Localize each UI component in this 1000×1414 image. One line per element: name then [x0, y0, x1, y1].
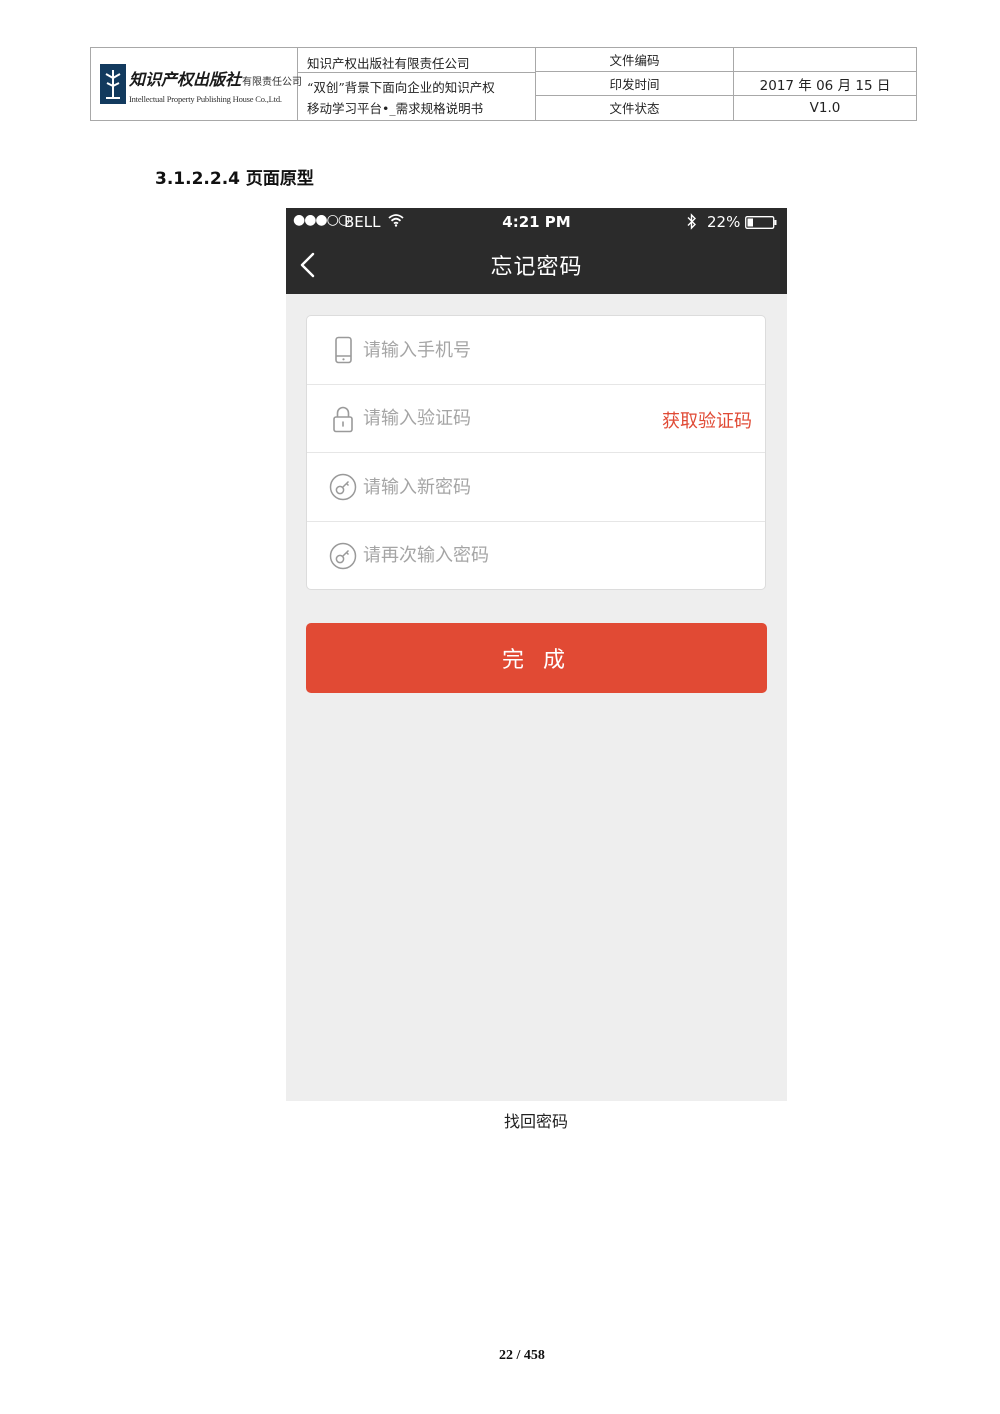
meta-values: 2017 年 06 月 15 日 V1.0 [734, 48, 916, 120]
figure-caption: 找回密码 [503, 1112, 568, 1131]
page-number: 22 / 458 [499, 1348, 545, 1363]
verification-code-input[interactable] [363, 402, 633, 435]
verification-code-row: 获取验证码 [307, 385, 765, 453]
battery-icon [745, 216, 777, 229]
logo-wordmark: 知识产权出版社有限责任公司 [129, 70, 303, 89]
complete-button[interactable]: 完 成 [306, 623, 767, 693]
navigation-bar: 忘记密码 [286, 236, 787, 294]
document-title-line-2: 移动学习平台•_需求规格说明书 [307, 101, 484, 116]
confirm-password-input[interactable] [363, 539, 633, 572]
publisher-emblem-icon [100, 64, 126, 104]
reset-password-form: 获取验证码 [306, 315, 766, 590]
document-header: 知识产权出版社有限责任公司 Intellectual Property Publ… [90, 47, 917, 121]
mobile-phone-icon [335, 336, 352, 364]
battery-percentage: 22% [707, 213, 741, 231]
new-password-input[interactable] [363, 471, 633, 503]
document-title-cell: 知识产权出版社有限责任公司 “双创”背景下面向企业的知识产权 移动学习平台•_需… [298, 48, 536, 120]
meta-label-date: 印发时间 [536, 72, 733, 96]
meta-label-code: 文件编码 [536, 48, 733, 72]
document-title-line-1: “双创”背景下面向企业的知识产权 [307, 80, 495, 95]
meta-value-code [734, 48, 916, 72]
company-name: 知识产权出版社有限责任公司 [298, 48, 535, 73]
padlock-icon [333, 406, 353, 432]
new-password-row [307, 453, 765, 522]
confirm-password-row [307, 522, 765, 590]
status-bar: ●●●○○ BELL 4:21 PM 22% [286, 208, 787, 236]
logo-suffix: 有限责任公司 [242, 77, 303, 88]
get-code-button[interactable]: 获取验证码 [662, 407, 752, 433]
logo-english-name: Intellectual Property Publishing House C… [129, 94, 282, 104]
document-title: “双创”背景下面向企业的知识产权 移动学习平台•_需求规格说明书 [298, 73, 535, 119]
phone-prototype: ●●●○○ BELL 4:21 PM 22% 忘记密码 请输入手机号 请输入验证… [286, 208, 787, 1101]
meta-value-date: 2017 年 06 月 15 日 [734, 72, 916, 96]
section-heading: 3.1.2.2.4 页面原型 [155, 169, 314, 189]
key-icon [329, 473, 357, 501]
phone-number-input[interactable] [363, 334, 633, 366]
phone-number-row [307, 316, 765, 385]
publisher-logo: 知识产权出版社有限责任公司 Intellectual Property Publ… [91, 48, 302, 120]
screen-title: 忘记密码 [490, 255, 583, 280]
meta-label-status: 文件状态 [609, 101, 660, 117]
document-meta-grid: 文件编码 印发时间 文件状态 2017 年 06 月 15 日 V1.0 [536, 48, 916, 120]
key-icon [329, 542, 357, 569]
meta-labels: 文件编码 印发时间 文件状态 [536, 48, 734, 120]
bluetooth-icon [687, 213, 696, 230]
meta-value-status: V1.0 [809, 99, 841, 116]
